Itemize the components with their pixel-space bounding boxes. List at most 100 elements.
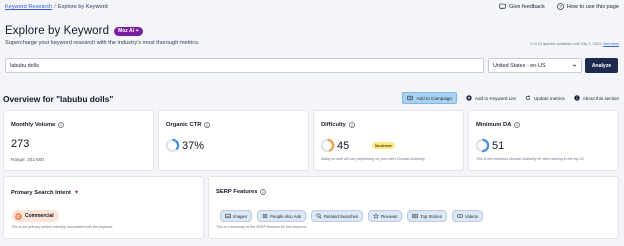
serp-chip-people-also-ask: People Also Ask xyxy=(257,210,306,222)
about-section-label: About this section xyxy=(582,95,619,101)
keyword-search-input[interactable]: labubu dolls xyxy=(5,58,484,73)
info-filled-icon xyxy=(574,95,580,101)
sparkle-icon: ✦ xyxy=(73,190,79,196)
locale-select-value: United States - en-US xyxy=(493,62,546,69)
search-intent-footnote: This is the primary search intent(s) ass… xyxy=(11,225,114,229)
serp-chip-videos: Videos xyxy=(451,210,483,222)
minimum-da-gauge xyxy=(475,138,490,153)
breadcrumb-current: Explore by Keyword xyxy=(57,4,108,10)
serp-features-footnote: This is a summary of the SERP features f… xyxy=(216,225,307,229)
quota-text: 0 of 10 queries available until July 1, … xyxy=(530,42,603,46)
image-icon xyxy=(225,213,231,219)
difficulty-title: Difficulty xyxy=(321,122,355,128)
sparkle-icon: ✦ xyxy=(135,28,140,34)
refresh-icon xyxy=(525,95,530,101)
serp-chip-label: Images xyxy=(233,213,248,219)
star-icon xyxy=(373,213,380,219)
svg-text:?: ? xyxy=(559,4,562,9)
commercial-intent-chip: C Commercial xyxy=(12,210,59,222)
breadcrumb-separator: / xyxy=(54,4,56,10)
serp-chip-related-searches: Related Searches xyxy=(310,210,364,222)
difficulty-value: 45 xyxy=(337,140,350,152)
give-feedback-link[interactable]: Give feedback xyxy=(499,3,545,10)
difficulty-level-badge: Moderate xyxy=(372,142,395,149)
info-icon[interactable] xyxy=(204,122,211,128)
search-intent-card: Primary Search Intent ✦ C Commercial Thi… xyxy=(3,176,204,239)
monthly-volume-title-text: Monthly Volume xyxy=(11,122,56,128)
serp-chip-top-stories: Top Stories xyxy=(407,210,447,222)
overview-actions: Add to Campaign Add to Keyword List Upda… xyxy=(402,92,619,104)
top-bar: Keyword Research / Explore by Keyword Gi… xyxy=(0,0,624,14)
moz-ai-label: Moz AI xyxy=(118,28,135,34)
monthly-volume-card: Monthly Volume 273 Range: 201-500 xyxy=(3,110,154,171)
how-to-use-label: How to use this page xyxy=(566,3,619,10)
serp-chip-label: Top Stories xyxy=(420,213,442,219)
update-metrics-label: Update metrics xyxy=(533,95,565,101)
info-icon[interactable] xyxy=(349,122,355,128)
quota-info: 0 of 10 queries available until July 1, … xyxy=(530,42,619,46)
difficulty-title-text: Difficulty xyxy=(321,122,346,128)
minimum-da-title: Minimum DA xyxy=(476,122,521,128)
title-row: Explore by Keyword Moz AI ✦ xyxy=(5,25,144,37)
organic-ctr-gauge xyxy=(165,138,180,153)
difficulty-card: Difficulty 45 Moderate Ability to rank w… xyxy=(313,110,464,171)
difficulty-footnote: Ability to rank will vary depending on y… xyxy=(321,157,426,161)
search-icon xyxy=(316,213,322,219)
info-icon[interactable] xyxy=(514,122,521,128)
serp-chip-label: Videos xyxy=(464,213,478,219)
serp-features-card: SERP Features Images People Also Ask Rel… xyxy=(208,176,619,239)
minimum-da-title-text: Minimum DA xyxy=(476,122,512,128)
organic-ctr-value: 37% xyxy=(182,140,205,152)
about-section-button[interactable]: About this section xyxy=(574,95,619,101)
how-to-use-link[interactable]: ? How to use this page xyxy=(556,3,619,10)
video-icon xyxy=(457,214,463,218)
monthly-volume-value: 273 xyxy=(11,138,30,150)
feedback-icon xyxy=(499,3,506,10)
add-to-keyword-list-label: Add to Keyword List xyxy=(474,95,516,101)
monthly-volume-title: Monthly Volume xyxy=(11,122,65,128)
campaign-icon xyxy=(407,95,414,101)
serp-chip-label: Related Searches xyxy=(323,213,359,219)
difficulty-gauge xyxy=(320,138,335,153)
serp-features-title: SERP Features xyxy=(216,189,267,195)
page-title: Explore by Keyword xyxy=(5,25,110,37)
commercial-icon: C xyxy=(15,212,22,220)
moz-ai-badge[interactable]: Moz AI ✦ xyxy=(114,26,144,36)
info-icon[interactable] xyxy=(260,189,267,195)
question-list-icon xyxy=(262,214,268,218)
plus-circle-icon xyxy=(466,95,472,101)
give-feedback-label: Give feedback xyxy=(508,3,545,10)
monthly-volume-range: Range: 201-500 xyxy=(11,157,44,162)
serp-feature-list: Images People Also Ask Related Searches … xyxy=(220,210,483,222)
serp-features-title-text: SERP Features xyxy=(216,189,258,195)
add-to-keyword-list-button[interactable]: Add to Keyword List xyxy=(466,95,516,101)
overview-title: Overview for "labubu dolls" xyxy=(3,94,114,104)
minimum-da-value: 51 xyxy=(492,140,505,152)
serp-chip-label: People Also Ask xyxy=(270,213,301,219)
top-links: Give feedback ? How to use this page xyxy=(499,3,619,10)
organic-ctr-title: Organic CTR xyxy=(166,122,211,128)
update-metrics-button[interactable]: Update metrics xyxy=(525,95,565,101)
locale-select[interactable]: United States - en-US xyxy=(488,58,582,73)
organic-ctr-card: Organic CTR 37% xyxy=(158,110,309,171)
add-to-campaign-label: Add to Campaign xyxy=(416,95,452,101)
search-intent-title-text: Primary Search Intent xyxy=(11,189,71,196)
search-intent-title: Primary Search Intent ✦ xyxy=(11,189,79,197)
chevron-down-icon xyxy=(572,64,577,67)
help-icon: ? xyxy=(556,3,564,10)
serp-chip-reviews: Reviews xyxy=(368,210,403,222)
commercial-intent-label: Commercial xyxy=(25,213,54,219)
newspaper-icon xyxy=(412,213,418,219)
serp-chip-label: Reviews xyxy=(381,213,398,219)
breadcrumb-keyword-research[interactable]: Keyword Research xyxy=(5,4,52,10)
get-more-link[interactable]: Get more xyxy=(603,42,619,46)
page-subtitle: Supercharge your keyword research with t… xyxy=(5,40,200,46)
info-icon[interactable] xyxy=(58,122,65,128)
add-to-campaign-button[interactable]: Add to Campaign xyxy=(402,92,457,104)
minimum-da-footnote: This is the minimum Domain Authority for… xyxy=(476,157,585,161)
serp-chip-images: Images xyxy=(220,210,253,222)
minimum-da-card: Minimum DA 51 This is the minimum Domain… xyxy=(468,110,619,171)
analyze-button[interactable]: Analyze xyxy=(585,58,618,73)
breadcrumb: Keyword Research / Explore by Keyword xyxy=(5,4,108,10)
organic-ctr-title-text: Organic CTR xyxy=(166,122,202,128)
